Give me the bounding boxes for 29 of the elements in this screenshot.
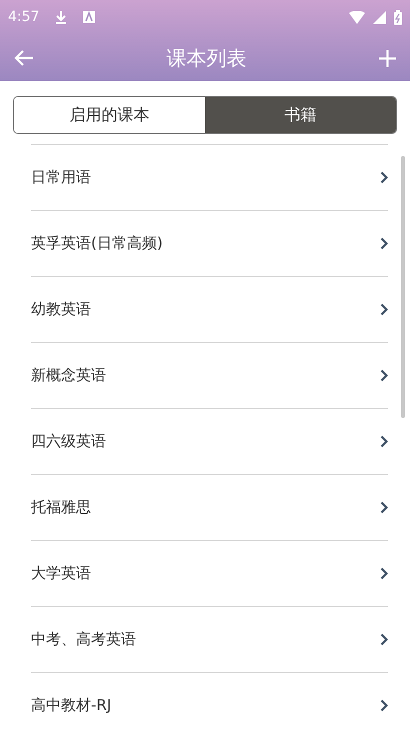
book-title[interactable]: 幼教英语 [31,298,91,321]
tab[interactable]: 书籍 [205,97,396,133]
app-notification-icon [83,11,96,23]
chevron-right-icon [380,567,388,580]
chevron-right-icon [380,699,388,712]
back-arrow-icon [14,50,34,66]
status-time: 4:57 [8,8,40,26]
download-icon [55,10,68,24]
chevron-right-icon [380,237,388,250]
chevron-right-icon [380,369,388,382]
book-title[interactable]: 四六级英语 [31,430,106,453]
book-title[interactable]: 中考、高考英语 [31,628,136,651]
plus-icon [379,50,396,67]
book-title[interactable]: 英孚英语(日常高频) [31,232,163,255]
chevron-right-icon [380,171,388,184]
chevron-right-icon [380,303,388,316]
book-title[interactable]: 新概念英语 [31,364,106,387]
signal-icon [373,10,386,24]
chevron-right-icon [380,501,388,514]
chevron-right-icon [380,435,388,448]
scrollbar[interactable] [401,156,405,418]
book-title[interactable]: 大学英语 [31,562,91,585]
battery-icon [394,10,402,24]
wifi-icon [349,10,365,24]
book-title[interactable]: 托福雅思 [31,496,91,519]
chevron-right-icon [380,633,388,646]
page-title: 课本列表 [166,44,246,72]
book-title[interactable]: 日常用语 [31,166,91,189]
book-title[interactable]: 高中教材-RJ [31,694,112,717]
